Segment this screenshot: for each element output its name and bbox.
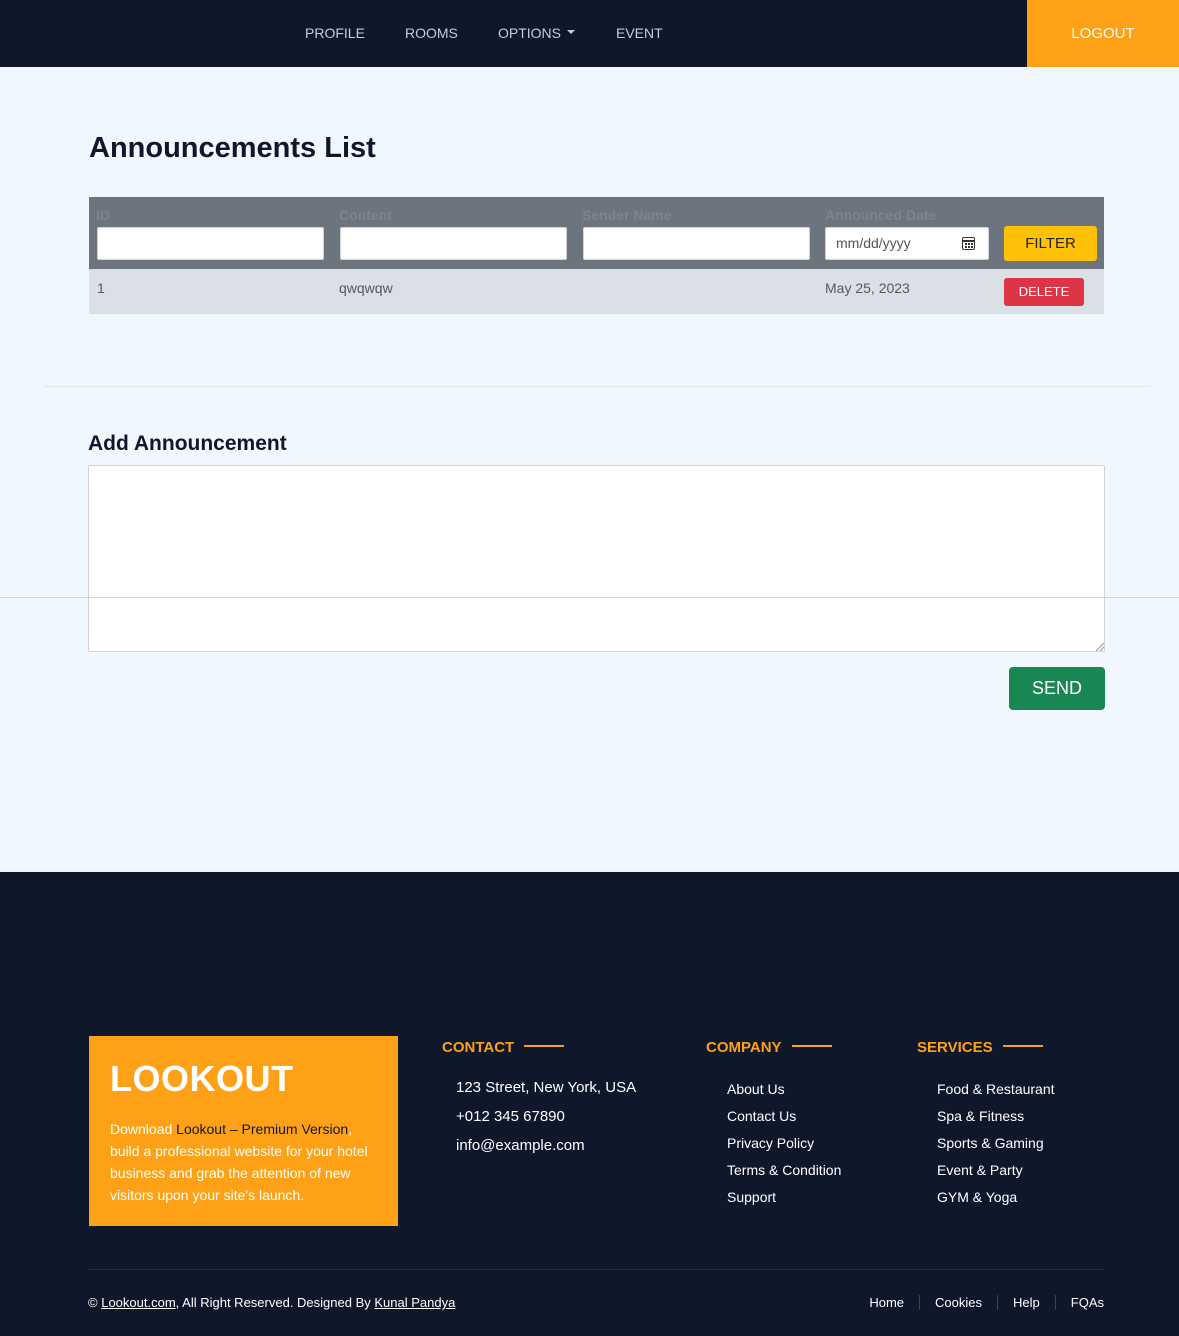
filter-content-input[interactable] [340, 227, 567, 260]
column-header-sender: Sender Name [582, 207, 672, 223]
footer-link-cookies[interactable]: Cookies [919, 1295, 997, 1310]
nav-rooms[interactable]: ROOMS [405, 0, 458, 67]
service-link-sports[interactable]: Sports & Gaming [937, 1135, 1055, 1162]
company-links: About Us Contact Us Privacy Policy Terms… [727, 1081, 841, 1216]
delete-button[interactable]: DELETE [1004, 278, 1084, 306]
footer-link-fqas[interactable]: FQAs [1054, 1295, 1104, 1310]
add-announcement-title: Add Announcement [88, 432, 287, 455]
column-header-content: Content [339, 207, 392, 223]
filter-id-input[interactable] [97, 227, 324, 260]
nav-options-dropdown[interactable]: OPTIONS [498, 0, 576, 67]
services-links: Food & Restaurant Spa & Fitness Sports &… [937, 1081, 1055, 1216]
company-link-contact[interactable]: Contact Us [727, 1108, 841, 1135]
resize-handle-icon[interactable] [1096, 643, 1104, 651]
company-link-about[interactable]: About Us [727, 1081, 841, 1108]
company-heading: COMPANY [706, 1039, 832, 1056]
contact-list: 123 Street, New York, USA +012 345 67890… [456, 1079, 636, 1166]
filter-sender-input[interactable] [583, 227, 810, 260]
brand-text-intro: Download [110, 1121, 177, 1137]
footer-brand-box: LOOKOUT Download Lookout – Premium Versi… [89, 1036, 398, 1226]
cell-date: May 25, 2023 [825, 280, 910, 296]
footer-link-help[interactable]: Help [997, 1295, 1055, 1310]
cell-id: 1 [97, 280, 105, 296]
contact-heading-label: CONTACT [442, 1039, 515, 1056]
premium-version-link[interactable]: Lookout – Premium Version [176, 1121, 348, 1137]
service-link-event[interactable]: Event & Party [937, 1162, 1055, 1189]
table-row: 1 qwqwqw May 25, 2023 DELETE [89, 269, 1104, 314]
service-link-gym[interactable]: GYM & Yoga [937, 1189, 1055, 1216]
send-button[interactable]: SEND [1009, 667, 1105, 710]
contact-email[interactable]: info@example.com [456, 1137, 636, 1166]
page-title: Announcements List [89, 132, 376, 164]
date-placeholder: mm/dd/yyyy [836, 235, 911, 251]
logout-button[interactable]: LOGOUT [1027, 0, 1179, 67]
heading-underline [1002, 1045, 1043, 1048]
horizontal-rule [0, 597, 1179, 598]
column-header-id: ID [96, 207, 110, 223]
service-link-food[interactable]: Food & Restaurant [937, 1081, 1055, 1108]
announcement-textarea[interactable] [88, 465, 1105, 652]
footer-logo: LOOKOUT [110, 1058, 294, 1099]
table-header: ID Content Sender Name Announced Date mm… [89, 197, 1104, 269]
caret-down-icon [567, 30, 576, 35]
nav-profile[interactable]: PROFILE [305, 0, 365, 67]
company-link-support[interactable]: Support [727, 1189, 841, 1216]
filter-date-input[interactable]: mm/dd/yyyy [825, 227, 989, 260]
company-link-terms[interactable]: Terms & Condition [727, 1162, 841, 1189]
footer-divider [89, 1269, 1104, 1270]
footer-brand-text: Download Lookout – Premium Version, buil… [110, 1118, 375, 1206]
calendar-icon[interactable] [962, 237, 975, 250]
designer-link[interactable]: Kunal Pandya [374, 1295, 455, 1310]
company-link-privacy[interactable]: Privacy Policy [727, 1135, 841, 1162]
top-navbar: PROFILE ROOMS OPTIONS EVENT LOGOUT [0, 0, 1179, 67]
section-divider [44, 386, 1150, 387]
filter-button[interactable]: FILTER [1004, 226, 1097, 261]
copyright: © Lookout.com, All Right Reserved. Desig… [88, 1295, 455, 1310]
contact-address: 123 Street, New York, USA [456, 1079, 637, 1096]
column-header-date: Announced Date [825, 207, 937, 223]
copyright-text: , All Right Reserved. Designed By [175, 1295, 375, 1310]
nav-event[interactable]: EVENT [616, 0, 663, 67]
contact-phone: +012 345 67890 [456, 1108, 565, 1125]
nav-options-label: OPTIONS [498, 25, 562, 41]
footer: LOOKOUT Download Lookout – Premium Versi… [0, 872, 1179, 1336]
contact-heading: CONTACT [442, 1039, 565, 1056]
services-heading: SERVICES [917, 1039, 1043, 1056]
company-heading-label: COMPANY [706, 1039, 782, 1056]
service-link-spa[interactable]: Spa & Fitness [937, 1108, 1055, 1135]
copyright-symbol: © [88, 1295, 98, 1310]
heading-underline [791, 1045, 832, 1048]
cell-content: qwqwqw [339, 280, 393, 296]
announcements-table: ID Content Sender Name Announced Date mm… [89, 197, 1104, 314]
heading-underline [524, 1045, 565, 1048]
site-link[interactable]: Lookout.com [101, 1295, 175, 1310]
footer-link-home[interactable]: Home [869, 1295, 919, 1310]
services-heading-label: SERVICES [917, 1039, 993, 1056]
footer-menu: Home Cookies Help FQAs [869, 1295, 1104, 1310]
